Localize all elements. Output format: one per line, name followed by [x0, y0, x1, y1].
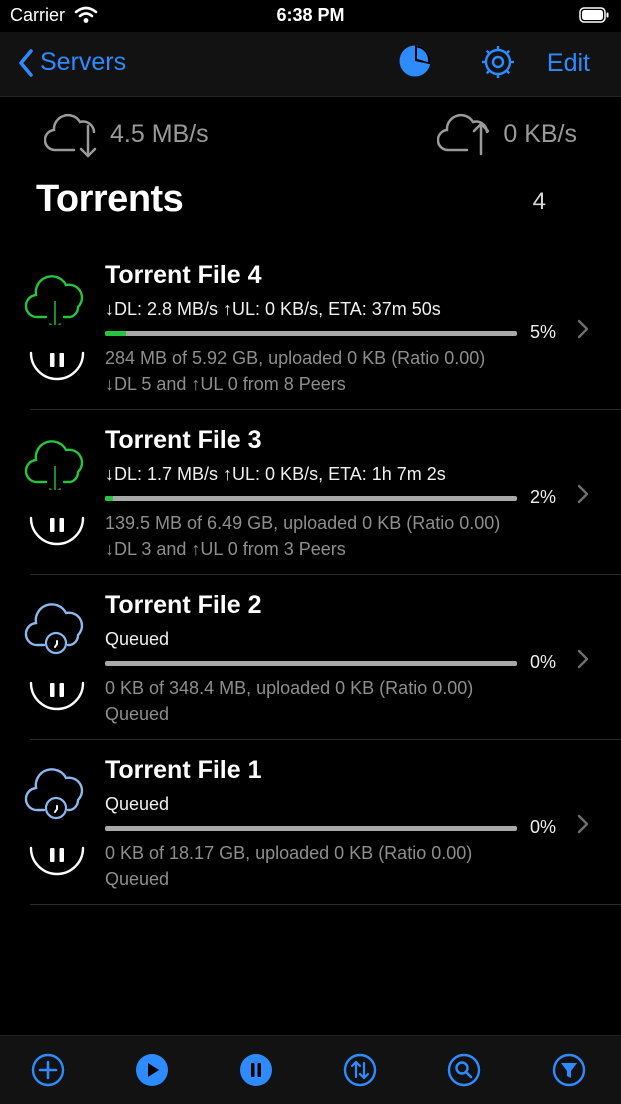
chevron-right-icon[interactable]: [577, 649, 589, 674]
play-all-icon[interactable]: [135, 1053, 169, 1087]
chevron-right-icon[interactable]: [577, 814, 589, 839]
progress-fill: [105, 331, 126, 336]
pause-icon[interactable]: [28, 345, 86, 394]
torrent-transfer-info: ↓DL: 1.7 MB/s ↑UL: 0 KB/s, ETA: 1h 7m 2s: [105, 464, 446, 484]
bottom-toolbar: [0, 1035, 621, 1104]
pause-icon[interactable]: [28, 675, 86, 724]
row-divider: [30, 904, 621, 905]
progress-percent: 0%: [530, 652, 557, 672]
progress-bar: [105, 826, 517, 831]
torrent-peer-info: Queued: [105, 869, 170, 889]
progress-bar: [105, 661, 517, 666]
torrent-size-info: 0 KB of 348.4 MB, uploaded 0 KB (Ratio 0…: [105, 678, 474, 698]
progress-percent: 5%: [530, 322, 557, 342]
torrent-name: Torrent File 2: [105, 591, 262, 619]
torrent-row[interactable]: Torrent File 1 Queued 0% 0 KB of 18.17 G…: [0, 740, 621, 905]
status-bar: Carrier 6:38 PM: [0, 0, 621, 32]
chevron-right-icon[interactable]: [577, 319, 589, 344]
back-button-label: Servers: [40, 48, 127, 76]
torrent-name: Torrent File 3: [105, 426, 262, 454]
cloud-queued-icon: [24, 764, 90, 825]
torrent-peer-info: ↓DL 3 and ↑UL 0 from 3 Peers: [105, 539, 346, 559]
torrent-transfer-info: ↓DL: 2.8 MB/s ↑UL: 0 KB/s, ETA: 37m 50s: [105, 299, 441, 319]
global-speed-row: 4.5 MB/s 0 KB/s: [0, 108, 621, 166]
navigation-bar: Servers Edit: [0, 32, 621, 97]
transfer-icon[interactable]: [343, 1053, 377, 1087]
cloud-upload-icon: [437, 113, 490, 156]
chevron-right-icon[interactable]: [577, 484, 589, 509]
progress-bar: [105, 496, 517, 501]
settings-gear-icon[interactable]: [480, 44, 516, 85]
chart-pie-icon[interactable]: [398, 44, 432, 83]
progress-percent: 0%: [530, 817, 557, 837]
torrent-name: Torrent File 1: [105, 756, 262, 784]
cloud-queued-icon: [24, 599, 90, 660]
torrent-size-info: 0 KB of 18.17 GB, uploaded 0 KB (Ratio 0…: [105, 843, 473, 863]
torrent-row[interactable]: Torrent File 3 ↓DL: 1.7 MB/s ↑UL: 0 KB/s…: [0, 410, 621, 575]
torrent-list: Torrent File 4 ↓DL: 2.8 MB/s ↑UL: 0 KB/s…: [0, 245, 621, 905]
search-icon[interactable]: [447, 1053, 481, 1087]
download-speed-value: 4.5 MB/s: [110, 119, 209, 148]
torrent-transfer-info: Queued: [105, 794, 170, 814]
download-speed: 4.5 MB/s: [44, 108, 209, 160]
torrent-row[interactable]: Torrent File 2 Queued 0% 0 KB of 348.4 M…: [0, 575, 621, 740]
progress-percent: 2%: [530, 487, 557, 507]
add-icon[interactable]: [31, 1053, 65, 1087]
cloud-download-icon: [24, 434, 90, 496]
upload-speed-value: 0 KB/s: [503, 119, 577, 148]
pause-all-icon[interactable]: [239, 1053, 273, 1087]
torrent-count: 4: [532, 188, 546, 215]
torrent-name: Torrent File 4: [105, 261, 262, 289]
pause-icon[interactable]: [28, 840, 86, 889]
edit-button[interactable]: Edit: [547, 49, 590, 78]
filter-icon[interactable]: [552, 1053, 586, 1087]
chevron-left-icon: [19, 48, 33, 77]
back-servers-button[interactable]: Servers: [18, 48, 126, 77]
torrent-size-info: 284 MB of 5.92 GB, uploaded 0 KB (Ratio …: [105, 348, 486, 368]
torrent-row[interactable]: Torrent File 4 ↓DL: 2.8 MB/s ↑UL: 0 KB/s…: [0, 245, 621, 410]
torrent-peer-info: ↓DL 5 and ↑UL 0 from 8 Peers: [105, 374, 346, 394]
torrent-size-info: 139.5 MB of 6.49 GB, uploaded 0 KB (Rati…: [105, 513, 501, 533]
battery-icon: [579, 7, 609, 28]
upload-speed: 0 KB/s: [437, 108, 577, 160]
cloud-download-icon: [44, 113, 97, 158]
section-title: Torrents: [36, 178, 184, 220]
pause-icon[interactable]: [28, 510, 86, 559]
progress-fill: [105, 496, 114, 501]
torrent-peer-info: Queued: [105, 704, 170, 724]
cloud-download-icon: [24, 269, 90, 331]
progress-bar: [105, 331, 517, 336]
torrent-transfer-info: Queued: [105, 629, 170, 649]
status-time: 6:38 PM: [276, 5, 345, 25]
